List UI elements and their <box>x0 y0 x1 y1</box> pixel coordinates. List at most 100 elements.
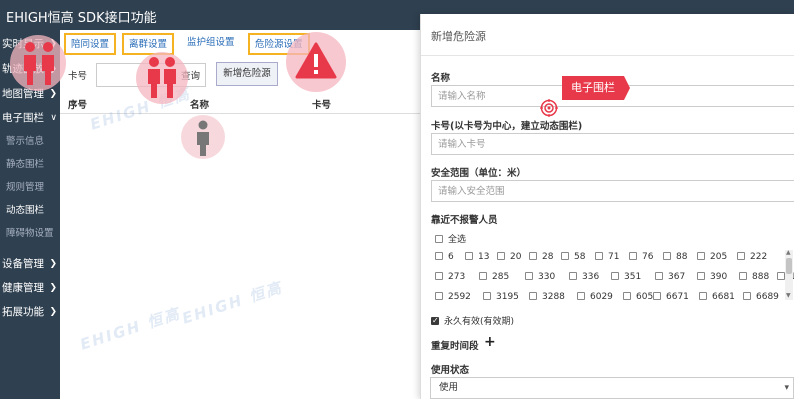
sidebar-item-label: 电子围栏 <box>2 112 44 124</box>
checkbox-label: 58 <box>574 252 586 262</box>
add-hazard-panel: 新增危险源 名称 卡号(以卡号为中心，建立动态围栏) 安全范围（单位：米） 靠近… <box>420 14 794 399</box>
sidebar-item-fence[interactable]: 电子围栏 ∨ <box>0 106 60 130</box>
person-checkbox[interactable]: 28 <box>529 252 553 262</box>
sidebar-item-health[interactable]: 健康管理 ❯ <box>0 276 60 300</box>
watermark: EHIGH 恒高 <box>77 304 183 354</box>
add-time-slot-button[interactable]: + <box>484 334 496 350</box>
panel-title: 新增危险源 <box>431 30 486 43</box>
sidebar-subitem-rules[interactable]: 规则管理 <box>0 177 60 199</box>
status-select-value: 使用 <box>439 382 459 393</box>
range-input[interactable] <box>431 180 794 202</box>
checkbox-label: 3288 <box>542 292 565 302</box>
checkbox-label: 336 <box>582 272 600 282</box>
scroll-up-icon[interactable]: ▲ <box>786 249 791 256</box>
permanent-checkbox[interactable]: 永久有效(有效期) <box>431 314 514 327</box>
checkbox-box <box>663 252 671 260</box>
sidebar-subitem-dynamic-fence[interactable]: 动态围栏 <box>0 200 60 222</box>
tab-escort[interactable]: 陪同设置 <box>64 33 117 55</box>
person-checkbox[interactable]: 285 <box>479 272 509 282</box>
checkbox-label: 273 <box>448 272 466 282</box>
sidebar-item-label: 健康管理 <box>2 282 44 294</box>
warning-icon <box>286 32 346 92</box>
person-checkbox[interactable]: 6681 <box>699 292 735 302</box>
sidebar-subitem-alerts[interactable]: 警示信息 <box>0 131 60 153</box>
person-checkbox[interactable]: 336 <box>569 272 599 282</box>
select-all-checkbox[interactable]: 全选 <box>435 232 466 245</box>
checkbox-box <box>435 235 443 243</box>
checkbox-label: 28 <box>542 252 554 262</box>
person-checkbox[interactable]: 351 <box>611 272 641 282</box>
people-group-icon <box>10 35 66 91</box>
chevron-right-icon: ❯ <box>49 283 57 293</box>
checkbox-box <box>525 272 533 280</box>
checkbox-box <box>697 252 705 260</box>
person-checkbox[interactable]: 6 <box>435 252 454 262</box>
sidebar-item-label: 设备管理 <box>2 258 44 270</box>
checkbox-box <box>655 272 663 280</box>
checkbox-box <box>595 252 603 260</box>
person-checkbox[interactable]: 20 <box>497 252 521 262</box>
checkbox-box <box>653 292 661 300</box>
panel-divider <box>421 55 794 56</box>
checkbox-box <box>577 292 585 300</box>
exempt-people-label: 靠近不报警人员 <box>431 215 498 226</box>
checkbox-label: 6681 <box>712 292 735 302</box>
tab-guardian-group[interactable]: 监护组设置 <box>182 33 240 55</box>
electronic-fence-tag: 电子围栏 <box>562 76 630 100</box>
person-checkbox[interactable]: 76 <box>629 252 653 262</box>
person-checkbox[interactable]: 2592 <box>435 292 471 302</box>
target-icon <box>540 99 558 117</box>
person-checkbox[interactable]: 367 <box>655 272 685 282</box>
checkbox-box-checked <box>431 316 439 325</box>
person-checkbox[interactable]: 3195 <box>483 292 519 302</box>
card-input[interactable] <box>431 133 794 155</box>
person-checkbox[interactable]: 88 <box>663 252 687 262</box>
person-checkbox[interactable]: 58 <box>561 252 585 262</box>
checkbox-box <box>743 292 751 300</box>
checkbox-label: 367 <box>668 272 686 282</box>
chevron-right-icon: ❯ <box>49 307 57 317</box>
person-checkbox[interactable]: 6689 <box>743 292 779 302</box>
person-checkbox[interactable]: 330 <box>525 272 555 282</box>
sidebar-subitem-static-fence[interactable]: 静态围栏 <box>0 154 60 176</box>
person-checkbox[interactable]: 3288 <box>529 292 565 302</box>
checkbox-label: 6 <box>448 252 454 262</box>
checkbox-box <box>623 292 631 300</box>
person-checkbox[interactable]: 888 <box>739 272 769 282</box>
checkbox-box <box>629 252 637 260</box>
person-checkbox[interactable]: 13 <box>465 252 489 262</box>
checkbox-label: 永久有效(有效期) <box>444 317 515 327</box>
sidebar-item-devices[interactable]: 设备管理 ❯ <box>0 252 60 276</box>
scroll-down-icon[interactable]: ▼ <box>786 292 791 299</box>
person-checkbox[interactable]: 273 <box>435 272 465 282</box>
checkbox-box <box>435 292 443 300</box>
checkbox-box <box>699 292 707 300</box>
checkbox-box <box>737 252 745 260</box>
column-header-name: 名称 <box>190 100 210 111</box>
chevron-down-icon: ∨ <box>50 113 57 123</box>
checkbox-box <box>435 272 443 280</box>
card-filter-label: 卡号 <box>68 71 88 82</box>
person-checkbox[interactable]: 390 <box>697 272 727 282</box>
checkbox-box <box>465 252 473 260</box>
checkbox-label: 71 <box>608 252 620 262</box>
person-checkbox[interactable]: 71 <box>595 252 619 262</box>
status-label: 使用状态 <box>431 365 470 376</box>
person-checkbox[interactable]: 222 <box>737 252 767 262</box>
sidebar-item-extensions[interactable]: 拓展功能 ❯ <box>0 300 60 324</box>
people-list-scroll-thumb[interactable] <box>786 258 792 274</box>
checkbox-label: 351 <box>624 272 642 282</box>
person-checkbox[interactable]: 205 <box>697 252 727 262</box>
range-label: 安全范围（单位：米） <box>431 168 527 179</box>
status-select[interactable]: 使用 ▾ <box>430 377 794 399</box>
sidebar-item-label: 拓展功能 <box>2 306 44 318</box>
checkbox-label: 全选 <box>448 235 467 245</box>
checkbox-label: 76 <box>642 252 654 262</box>
checkbox-box <box>529 292 537 300</box>
checkbox-label: 20 <box>510 252 522 262</box>
checkbox-label: 285 <box>492 272 510 282</box>
person-checkbox[interactable]: 6029 <box>577 292 613 302</box>
person-checkbox[interactable]: 6671 <box>653 292 689 302</box>
sidebar-subitem-obstacles[interactable]: 障碍物设置 <box>0 223 60 245</box>
add-hazard-button[interactable]: 新增危险源 <box>216 62 278 86</box>
